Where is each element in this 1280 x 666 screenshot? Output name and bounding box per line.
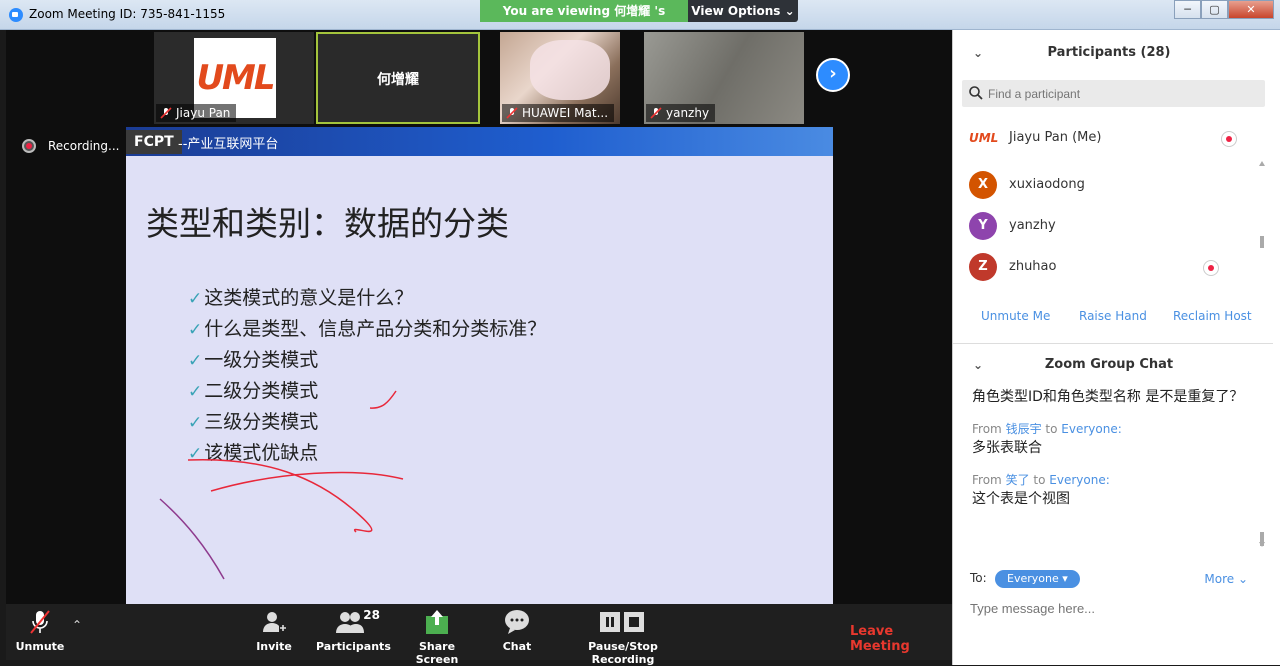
chat-title: Zoom Group Chat xyxy=(1044,357,1174,372)
zoom-app-icon xyxy=(9,8,23,22)
avatar: Z xyxy=(969,253,997,281)
video-thumbnail[interactable]: UML Jiayu Pan xyxy=(154,32,314,124)
avatar: UML xyxy=(969,124,998,152)
chat-message-meta: From 笑了 to Everyone: xyxy=(972,473,1110,487)
chat-recipient-row: To: Everyone ▾ More ⌄ xyxy=(970,570,1260,591)
participant-name: Jiayu Pan (Me) xyxy=(1009,130,1102,145)
divider xyxy=(953,343,1273,344)
people-icon xyxy=(336,612,364,633)
participant-row[interactable]: Z zhuhao xyxy=(967,249,1257,285)
leave-meeting-button[interactable]: Leave Meeting xyxy=(850,624,952,654)
chat-recipient: Everyone: xyxy=(1049,473,1110,487)
video-thumbnail[interactable]: HUAWEI Mat... xyxy=(500,32,620,124)
mic-muted-icon xyxy=(160,107,172,119)
participants-scrollbar[interactable] xyxy=(1259,160,1265,300)
screen-share-banner: You are viewing 何增耀 's screen xyxy=(480,0,688,40)
close-button[interactable]: ✕ xyxy=(1228,0,1274,19)
minimize-button[interactable]: ─ xyxy=(1174,0,1201,19)
participant-name: xuxiaodong xyxy=(1009,177,1085,192)
recording-indicator[interactable]: Recording... xyxy=(22,138,119,154)
shared-screen-slide: FCPT --产业互联网平台 类型和类别：数据的分类 ✓ 这类模式的意义是什么？ … xyxy=(126,127,833,604)
search-icon xyxy=(969,86,983,100)
chat-scrollbar[interactable] xyxy=(1259,390,1265,550)
annotation-stroke xyxy=(369,390,397,409)
thumbnail-name: yanzhy xyxy=(666,106,710,120)
thumbnail-name: HUAWEI Mat... xyxy=(522,106,609,120)
record-icon xyxy=(22,139,36,153)
chat-bubble-icon xyxy=(505,610,529,634)
thumbnail-center-name: 何增耀 xyxy=(377,72,419,88)
participant-row[interactable]: Y yanzhy xyxy=(967,208,1257,244)
chevron-down-icon: ⌄ xyxy=(784,4,795,18)
participants-header: ⌄ Participants (28) xyxy=(953,38,1265,68)
meeting-stage: UML Jiayu Pan 何增耀 HUAWEI Mat... yanzhy ›… xyxy=(6,30,952,604)
annotation-stroke xyxy=(159,498,225,580)
recipient-select[interactable]: Everyone ▾ xyxy=(995,570,1080,588)
participants-count: 28 xyxy=(363,608,380,622)
share-screen-button[interactable]: Share Screen xyxy=(402,608,472,666)
annotation-layer xyxy=(159,390,404,580)
reclaim-host-button[interactable]: Reclaim Host xyxy=(1173,309,1252,323)
audio-options-chevron-icon[interactable]: ⌃ xyxy=(72,618,82,632)
chat-messages: 角色类型ID和角色类型名称 是不是重复了？ From 钱辰宇 to Everyo… xyxy=(972,386,1250,510)
annotation-stroke xyxy=(210,471,404,492)
unmute-me-button[interactable]: Unmute Me xyxy=(981,309,1050,323)
thumbnail-name: Jiayu Pan xyxy=(176,106,231,120)
participant-name: zhuhao xyxy=(1009,259,1057,274)
thumbnail-nameplate: Jiayu Pan xyxy=(156,104,237,122)
annotation-stroke xyxy=(187,458,373,533)
chat-message-text: 角色类型ID和角色类型名称 是不是重复了？ xyxy=(972,389,1244,405)
chat-button[interactable]: Chat xyxy=(502,608,532,653)
avatar: X xyxy=(969,171,997,199)
unmute-button[interactable]: Unmute xyxy=(14,608,66,653)
maximize-button[interactable]: ▢ xyxy=(1201,0,1228,19)
add-person-icon xyxy=(263,612,287,632)
more-options-button[interactable]: More ⌄ xyxy=(1204,572,1248,586)
mic-muted-icon xyxy=(650,107,662,119)
next-page-arrow-icon[interactable]: › xyxy=(816,58,850,92)
pause-stop-icon xyxy=(600,612,644,632)
recording-status-icon xyxy=(1221,131,1237,147)
participant-search xyxy=(962,80,1265,107)
raise-hand-button[interactable]: Raise Hand xyxy=(1079,309,1147,323)
window-title: Zoom Meeting ID: 735-841-1155 xyxy=(29,7,226,21)
view-options-label: View Options xyxy=(691,4,781,18)
to-label: To: xyxy=(970,571,987,585)
chat-sender[interactable]: 笑了 xyxy=(1006,473,1030,487)
search-input[interactable] xyxy=(988,83,1258,104)
thumbnail-nameplate: HUAWEI Mat... xyxy=(502,104,615,122)
thumbnail-nameplate: yanzhy xyxy=(646,104,716,122)
participant-row[interactable]: UML Jiayu Pan (Me) xyxy=(967,120,1257,156)
chat-sender[interactable]: 钱辰宇 xyxy=(1006,422,1042,436)
participants-button[interactable]: 28 Participants xyxy=(316,608,391,653)
participant-row[interactable]: X xuxiaodong xyxy=(967,167,1257,203)
video-thumbnail-active-speaker[interactable]: 何增耀 xyxy=(316,32,480,124)
side-panel: ⌄ Participants (28) UML Jiayu Pan (Me) X… xyxy=(952,30,1280,665)
participant-name: yanzhy xyxy=(1009,218,1056,233)
avatar: Y xyxy=(969,212,997,240)
chat-message-meta: From 钱辰宇 to Everyone: xyxy=(972,422,1122,436)
video-thumbnail[interactable]: yanzhy xyxy=(644,32,804,124)
mic-muted-icon xyxy=(506,107,518,119)
view-options-button[interactable]: View Options ⌄ xyxy=(688,0,798,22)
participants-title: Participants (28) xyxy=(1047,45,1171,60)
chat-header: ⌄ Zoom Group Chat xyxy=(953,350,1265,380)
recording-status-icon xyxy=(1203,260,1219,276)
chat-message-text: 这个表是个视图 xyxy=(972,491,1070,507)
title-bar: Zoom Meeting ID: 735-841-1155 You are vi… xyxy=(0,0,1280,40)
pause-stop-recording-button[interactable]: Pause/Stop Recording xyxy=(564,608,682,666)
chevron-down-icon[interactable]: ⌄ xyxy=(973,350,983,380)
chat-message-input[interactable] xyxy=(970,598,1260,618)
invite-button[interactable]: Invite xyxy=(254,608,294,653)
meeting-toolbar: Unmute ⌃ Invite 28 Participants Share Sc… xyxy=(6,604,952,666)
video-content xyxy=(530,40,610,100)
chat-recipient: Everyone: xyxy=(1061,422,1122,436)
window-controls: ─ ▢ ✕ xyxy=(1174,0,1274,19)
share-screen-icon xyxy=(426,610,448,634)
chat-message-text: 多张表联合 xyxy=(972,440,1042,456)
chevron-down-icon[interactable]: ⌄ xyxy=(973,38,983,68)
participant-actions: Unmute Me Raise Hand Reclaim Host xyxy=(953,309,1265,329)
recording-label: Recording... xyxy=(48,139,120,153)
mic-muted-icon xyxy=(30,610,50,634)
